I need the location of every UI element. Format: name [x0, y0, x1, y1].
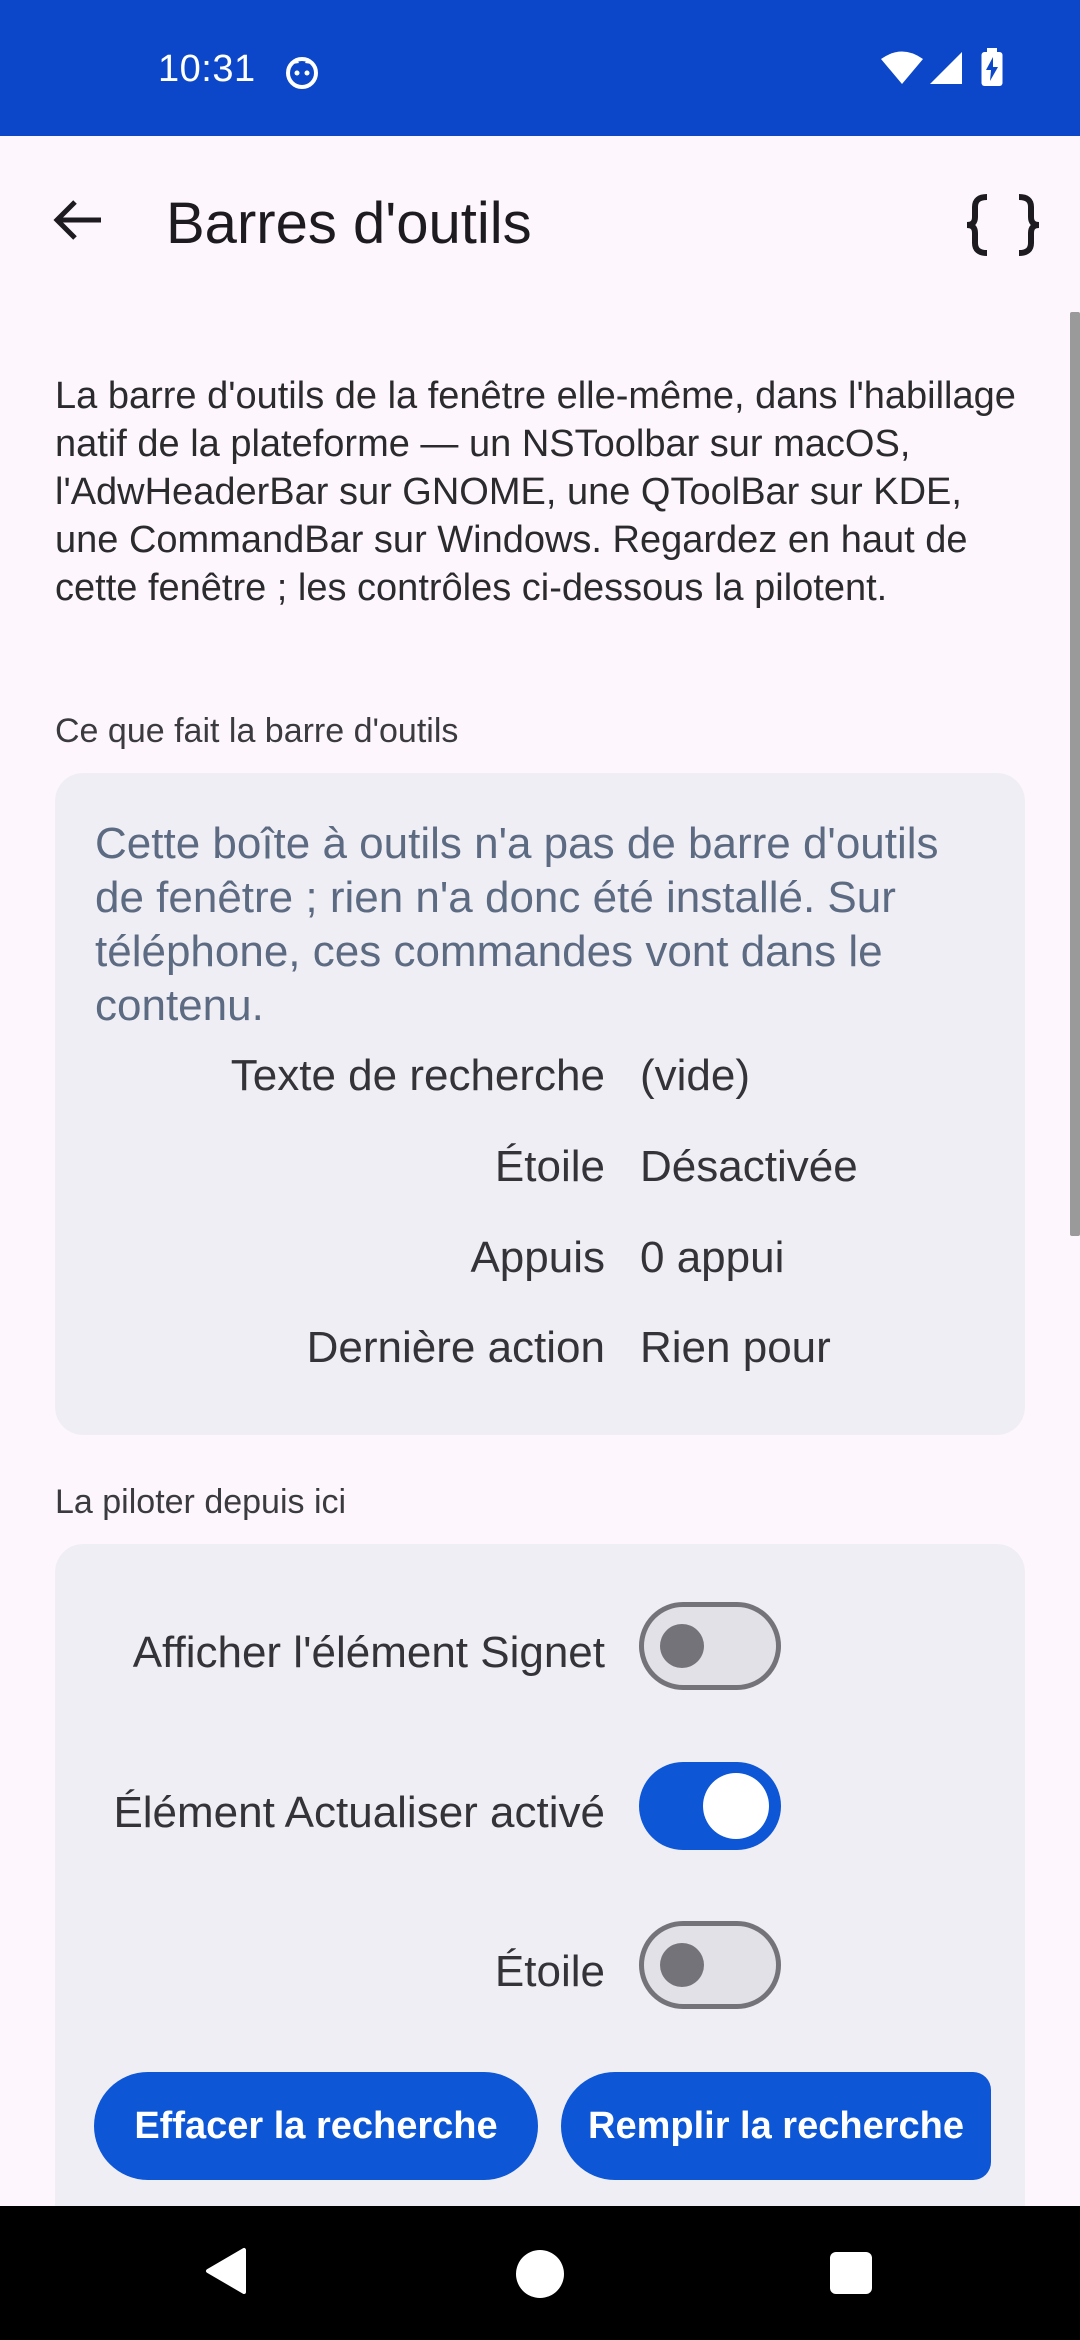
control-section-label: La piloter depuis ici: [55, 1483, 347, 1521]
system-nav-bar: [0, 2206, 1080, 2340]
star-toggle-label: Étoile: [494, 1947, 605, 1996]
taps-key: Appuis: [470, 1233, 605, 1282]
cat-face-icon: [286, 57, 318, 89]
last-action-value: Rien pour: [640, 1323, 831, 1372]
intro-paragraph: La barre d'outils de la fenêtre elle-mêm…: [55, 375, 1016, 609]
app-bar: [0, 136, 1080, 316]
refresh-toggle-switch[interactable]: [639, 1762, 781, 1850]
back-button[interactable]: [38, 180, 118, 260]
content-scroll-area[interactable]: La barre d'outils de la fenêtre elle-mêm…: [0, 316, 1080, 2206]
bookmark-toggle-label: Afficher l'élément Signet: [132, 1628, 605, 1677]
status-time: 10:31: [158, 48, 256, 90]
battery-charging-icon: [981, 48, 1003, 86]
clear-search-button[interactable]: Effacer la recherche: [94, 2072, 538, 2180]
refresh-toggle-label: Élément Actualiser activé: [113, 1788, 605, 1837]
nav-recents-square-icon[interactable]: [830, 2252, 872, 2294]
nav-back-triangle-icon[interactable]: [204, 2246, 248, 2296]
taps-value: 0 appui: [640, 1233, 785, 1282]
status-bar: 10:31: [0, 0, 1080, 136]
view-source-button[interactable]: [958, 180, 1048, 270]
status-section-label: Ce que fait la barre d'outils: [55, 712, 459, 750]
nav-home-circle-icon[interactable]: [516, 2250, 564, 2298]
star-value: Désactivée: [640, 1142, 858, 1191]
bookmark-toggle-switch[interactable]: [639, 1602, 781, 1690]
search-text-value: (vide): [640, 1051, 751, 1100]
star-toggle-switch[interactable]: [639, 1921, 781, 2009]
wifi-icon: [881, 51, 923, 84]
last-action-key: Dernière action: [306, 1323, 605, 1372]
control-card: Afficher l'élément Signet Élément Actual…: [55, 1544, 1025, 2206]
status-card: Cette boîte à outils n'a pas de barre d'…: [55, 773, 1025, 1435]
page-title: Barres d'outils: [166, 191, 532, 256]
star-key: Étoile: [494, 1142, 605, 1191]
fill-search-button[interactable]: Remplir la recherche: [561, 2072, 991, 2180]
braces-icon: [966, 194, 1040, 256]
arrow-back-icon: [53, 200, 101, 240]
status-note: Cette boîte à outils n'a pas de barre d'…: [95, 819, 939, 1030]
search-text-key: Texte de recherche: [230, 1051, 605, 1100]
cell-signal-icon: [930, 52, 962, 84]
